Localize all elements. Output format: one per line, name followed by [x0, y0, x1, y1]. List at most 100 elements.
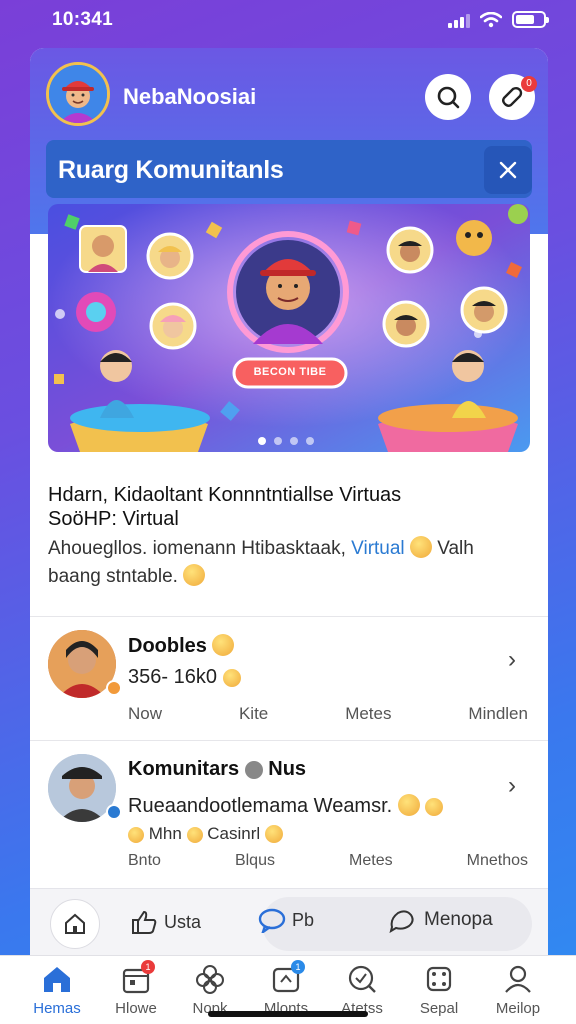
feed-action[interactable]: Bnto: [128, 852, 161, 870]
carousel-dot[interactable]: [274, 437, 282, 445]
feed-item[interactable]: Doobles 356- 16k0 › Now Kite Metes Mindl…: [30, 618, 548, 738]
feed-actions: Bnto Blqus Metes Mnethos: [128, 852, 528, 870]
tab-badge: 1: [291, 960, 305, 974]
post-title-line2: SoöHP: Virtual: [48, 508, 179, 530]
feed-name-text: Doobles: [128, 635, 207, 657]
emoji-icon: [264, 825, 283, 843]
tab-flower[interactable]: Nopk: [175, 962, 245, 1017]
signal-icon: [448, 12, 470, 28]
search-check-icon: [348, 965, 376, 993]
emoji-icon: [183, 564, 206, 586]
tab-label: Hemas: [33, 1000, 81, 1017]
close-banner-button[interactable]: [484, 146, 532, 194]
divider: [30, 740, 548, 741]
home-icon: [44, 967, 70, 992]
tab-badge: 1: [141, 960, 155, 974]
home-indicator[interactable]: [208, 1011, 368, 1017]
tab-profile[interactable]: Meilop: [483, 962, 553, 1017]
status-icons: [448, 11, 549, 28]
community-banner[interactable]: Ruarg Komunitanls: [46, 140, 532, 198]
emoji-icon: [425, 798, 444, 816]
post-body-text: Ahouegllos. iomenann Htibasktaak,: [48, 538, 346, 559]
hero-sign-text: BECON TIBE: [253, 366, 327, 378]
hero-carousel[interactable]: BECON TIBE: [48, 204, 530, 452]
verified-badge-icon: [106, 804, 122, 820]
post-title-line1: Hdarn, Kidaoltant Konnntntiallse Virtuas: [48, 484, 402, 506]
menu-label: Menopa: [424, 909, 493, 930]
feed-subtitle-text: Rueaandootlemama Weamsr.: [128, 795, 393, 817]
comment-icon: [258, 908, 286, 933]
post-action-bar: Usta Pb Menopa: [30, 888, 548, 955]
feed-action[interactable]: Mindlen: [468, 704, 528, 724]
carousel-dots[interactable]: [258, 437, 314, 445]
feed-action[interactable]: Kite: [239, 704, 268, 724]
tab-label: Sepal: [419, 1000, 459, 1017]
emoji-icon: [212, 634, 235, 656]
carousel-dot[interactable]: [258, 437, 266, 445]
divider: [30, 616, 548, 617]
tab-share[interactable]: 1 Mlonts: [251, 960, 321, 1017]
menu-button[interactable]: Menopa: [388, 907, 493, 933]
feed-name-suffix: Nus: [268, 758, 307, 780]
feed-subtitle: 356- 16k0: [128, 666, 241, 689]
search-icon: [437, 86, 460, 109]
online-badge-icon: [106, 680, 122, 696]
comment-label: Pb: [292, 909, 315, 930]
carousel-dot[interactable]: [306, 437, 314, 445]
feed-item[interactable]: Komunitars Nus Rueaandootlemama Weamsr. …: [30, 742, 548, 869]
feed-subtitle2-a: Mhn: [148, 824, 182, 843]
notification-button[interactable]: 0: [489, 74, 537, 120]
hero-illustration: [48, 204, 530, 452]
chevron-right-icon[interactable]: ›: [508, 646, 516, 674]
emoji-icon: [397, 794, 420, 816]
feed-action[interactable]: Metes: [345, 704, 391, 724]
close-icon: [499, 161, 517, 179]
flower-icon: [196, 965, 224, 994]
wifi-icon: [480, 11, 502, 27]
search-button[interactable]: [425, 74, 471, 120]
tab-calendar[interactable]: 1 Hlowe: [101, 960, 171, 1017]
feed-subtitle2-b: Casinrl: [207, 824, 261, 843]
emoji-icon: [409, 536, 432, 558]
status-bar: 10:341: [0, 0, 576, 44]
feed-subtitle: Rueaandootlemama Weamsr.: [128, 794, 444, 818]
post-body-text-end: Valh: [437, 538, 474, 559]
comment-button[interactable]: Pb: [258, 907, 314, 933]
like-button[interactable]: Usta: [130, 909, 201, 935]
status-time: 10:341: [52, 9, 113, 30]
notification-badge: 0: [521, 76, 537, 92]
feed-name: Komunitars Nus: [128, 758, 306, 781]
chevron-right-icon[interactable]: ›: [508, 772, 516, 800]
tab-games[interactable]: Sepal: [404, 962, 474, 1017]
dice-icon: [426, 966, 452, 992]
user-icon: [505, 965, 531, 993]
tab-explore[interactable]: Atetss: [327, 962, 397, 1017]
emoji-icon: [186, 827, 203, 843]
post-body: Ahouegllos. iomenann Htibasktaak, Virtua…: [48, 535, 528, 591]
home-outline-icon: [65, 913, 85, 934]
banner-title: Ruarg Komunitanls: [58, 156, 284, 184]
carousel-dot[interactable]: [290, 437, 298, 445]
feed-name: Doobles: [128, 634, 235, 658]
feed-subtitle-text: 356- 16k0: [128, 666, 217, 688]
tab-home[interactable]: Hemas: [22, 962, 92, 1017]
feed-action[interactable]: Metes: [349, 852, 393, 870]
battery-icon: [512, 11, 549, 28]
feed-actions: Now Kite Metes Mindlen: [128, 704, 528, 724]
post-title: Hdarn, Kidaoltant Konnntntiallse Virtuas…: [48, 483, 528, 531]
feed-name-text: Komunitars: [128, 758, 240, 780]
post-body-line2: baang stntable.: [48, 566, 178, 587]
clock-icon: [244, 761, 263, 779]
feed-subtitle-secondary: Mhn Casinrl: [128, 824, 283, 844]
feed-action[interactable]: Mnethos: [467, 852, 528, 870]
home-action-button[interactable]: [50, 899, 100, 949]
feed-action[interactable]: Blqus: [235, 852, 275, 870]
tab-label: Meilop: [495, 1000, 541, 1017]
feed-action[interactable]: Now: [128, 704, 162, 724]
profile-avatar[interactable]: [46, 62, 110, 126]
post-body-link[interactable]: Virtual: [351, 538, 405, 559]
chat-bubble-icon: [389, 910, 414, 933]
emoji-icon: [222, 669, 241, 687]
tab-label: Hlowe: [115, 1000, 157, 1017]
app-name: NebaNoosiai: [123, 84, 257, 109]
